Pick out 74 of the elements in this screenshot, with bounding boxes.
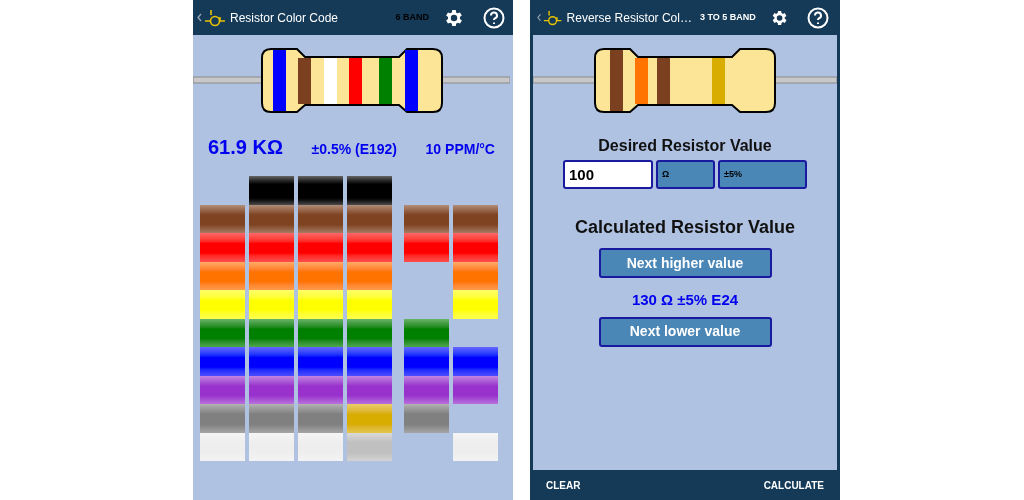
color-swatch[interactable]: [298, 404, 343, 433]
color-swatch[interactable]: [200, 404, 245, 433]
color-swatch[interactable]: [453, 290, 498, 319]
color-swatch[interactable]: [249, 432, 294, 461]
color-swatch[interactable]: [347, 432, 392, 461]
back-icon[interactable]: [197, 13, 202, 22]
help-icon[interactable]: [807, 6, 829, 29]
color-swatch[interactable]: [347, 233, 392, 262]
color-swatch[interactable]: [200, 375, 245, 404]
color-swatch[interactable]: [298, 375, 343, 404]
resistor-logo-icon[interactable]: [204, 8, 226, 27]
resistor-logo-icon[interactable]: [543, 8, 563, 27]
color-swatch[interactable]: [347, 318, 392, 347]
color-swatch[interactable]: [453, 204, 498, 233]
color-swatch[interactable]: [249, 176, 294, 205]
color-swatch[interactable]: [200, 261, 245, 290]
tolerance-dropdown[interactable]: ±5%: [718, 160, 807, 189]
color-swatch[interactable]: [298, 432, 343, 461]
color-swatch[interactable]: [249, 404, 294, 433]
back-icon[interactable]: [537, 13, 542, 22]
color-swatch[interactable]: [249, 375, 294, 404]
calculate-button[interactable]: CALCULATE: [763, 477, 824, 493]
color-swatch[interactable]: [298, 347, 343, 376]
color-swatch[interactable]: [298, 261, 343, 290]
color-swatch[interactable]: [453, 375, 498, 404]
color-swatch[interactable]: [347, 290, 392, 319]
color-swatch[interactable]: [453, 432, 498, 461]
color-swatch[interactable]: [200, 432, 245, 461]
color-swatch[interactable]: [453, 261, 498, 290]
color-swatch[interactable]: [249, 261, 294, 290]
clear-button[interactable]: CLEAR: [546, 477, 581, 493]
temp-coefficient-value: 10 PPM/°C: [425, 140, 495, 159]
color-swatch[interactable]: [453, 347, 498, 376]
color-swatch[interactable]: [404, 233, 449, 262]
color-swatch[interactable]: [249, 318, 294, 347]
color-swatch[interactable]: [347, 261, 392, 290]
band-mode-label[interactable]: 3 TO 5 BAND: [699, 10, 756, 25]
unit-dropdown[interactable]: Ω: [656, 160, 715, 189]
tolerance-value: ±0.5% (E192): [311, 140, 398, 159]
color-swatch[interactable]: [404, 318, 449, 347]
help-icon[interactable]: [483, 6, 505, 29]
color-swatch[interactable]: [249, 290, 294, 319]
color-swatch[interactable]: [298, 318, 343, 347]
color-swatch[interactable]: [200, 204, 245, 233]
color-swatch[interactable]: [298, 290, 343, 319]
color-swatch[interactable]: [249, 347, 294, 376]
color-swatch[interactable]: [347, 176, 392, 205]
next-higher-button[interactable]: Next higher value: [598, 248, 772, 278]
section-heading: Desired Resistor Value: [598, 136, 772, 156]
color-swatch[interactable]: [200, 233, 245, 262]
color-swatch[interactable]: [249, 233, 294, 262]
color-swatch[interactable]: [347, 204, 392, 233]
next-lower-button[interactable]: Next lower value: [598, 316, 772, 347]
color-swatch[interactable]: [404, 375, 449, 404]
color-swatch[interactable]: [347, 347, 392, 376]
color-swatch[interactable]: [298, 176, 343, 205]
color-swatch[interactable]: [453, 233, 498, 262]
color-swatch[interactable]: [298, 233, 343, 262]
section-heading: Calculated Resistor Value: [574, 216, 796, 239]
color-swatch[interactable]: [347, 404, 392, 433]
color-swatch[interactable]: [200, 318, 245, 347]
calculated-value: 130 Ω ±5% E24: [631, 290, 739, 310]
color-swatch[interactable]: [200, 347, 245, 376]
color-swatch[interactable]: [404, 404, 449, 433]
color-swatch[interactable]: [298, 204, 343, 233]
color-swatch[interactable]: [404, 204, 449, 233]
color-swatch[interactable]: [249, 204, 294, 233]
resistance-value: 61.9 KΩ: [208, 135, 283, 160]
app-title: Resistor Color Code: [230, 9, 339, 27]
color-swatch[interactable]: [404, 347, 449, 376]
value-input[interactable]: 100: [563, 160, 653, 189]
app-title: Reverse Resistor Col…: [566, 9, 692, 27]
color-swatch[interactable]: [347, 375, 392, 404]
color-swatch[interactable]: [200, 290, 245, 319]
